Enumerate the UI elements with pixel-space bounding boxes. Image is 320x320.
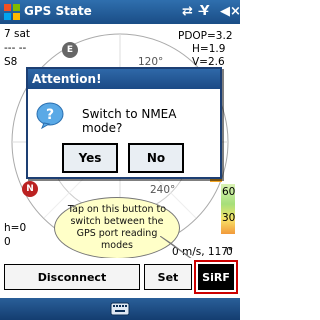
- no-button[interactable]: No: [128, 143, 184, 173]
- compass-240: 240°: [150, 184, 176, 196]
- sirf-mode-button[interactable]: SiRF: [198, 264, 234, 290]
- set-button[interactable]: Set: [144, 264, 192, 290]
- connectivity-icon[interactable]: ⇄: [182, 4, 193, 20]
- svg-text:?: ?: [46, 107, 54, 123]
- confirm-dialog: Attention! ? Switch to NMEA mode? Yes No: [26, 67, 222, 179]
- title-bar: GPS State ⇄ Y̶ ◀×: [0, 0, 241, 24]
- satellite-count: 7 sat: [4, 28, 31, 40]
- scale-mid: 30: [222, 212, 236, 224]
- scale-top: 60: [222, 186, 236, 198]
- satellite-marker: E: [62, 42, 78, 58]
- satellite-marker: N: [22, 181, 38, 197]
- hdop-value: H=1.9: [192, 43, 226, 55]
- signal-off-icon[interactable]: Y̶: [200, 4, 209, 20]
- altitude-zero: 0: [4, 236, 11, 248]
- yes-button[interactable]: Yes: [62, 143, 118, 173]
- question-icon: ?: [36, 102, 64, 129]
- windows-start-icon[interactable]: [3, 3, 21, 21]
- dialog-message: Switch to NMEA mode?: [82, 107, 177, 135]
- keyboard-icon[interactable]: [110, 302, 130, 316]
- altitude-value: h=0: [4, 222, 27, 234]
- toolbar: Disconnect Set SiRF: [0, 258, 240, 298]
- window-title: GPS State: [24, 4, 92, 18]
- speaker-off-icon[interactable]: ◀×: [220, 4, 241, 20]
- pdop-value: PDOP=3.2: [178, 30, 233, 42]
- disconnect-button[interactable]: Disconnect: [4, 264, 140, 290]
- dialog-title: Attention!: [28, 69, 220, 89]
- status-s8: S8: [4, 56, 18, 68]
- status-line: --- --: [4, 42, 27, 54]
- taskbar: [0, 298, 240, 320]
